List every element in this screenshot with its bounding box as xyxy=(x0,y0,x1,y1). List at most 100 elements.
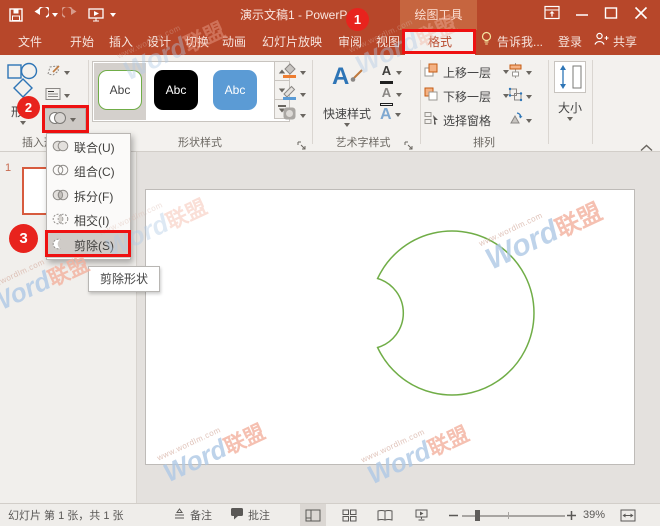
combine-label: 组合(C) xyxy=(74,163,115,180)
align-icon xyxy=(508,63,523,83)
slideshow-view-button[interactable] xyxy=(408,504,434,526)
selection-pane-icon xyxy=(424,111,439,129)
fit-to-window-button[interactable] xyxy=(620,504,636,526)
rotate-button[interactable] xyxy=(508,111,532,131)
save-icon[interactable] xyxy=(8,7,24,28)
status-bar: 幻灯片 第 1 张，共 1 张 备注 批注 xyxy=(0,503,660,526)
comments-button[interactable]: 批注 xyxy=(230,504,270,526)
send-backward-label: 下移一层 xyxy=(443,88,491,105)
text-outline-icon: A xyxy=(380,84,393,106)
redo-icon xyxy=(62,7,78,26)
comments-label: 批注 xyxy=(248,507,270,523)
tell-me-box[interactable]: 告诉我... xyxy=(480,30,543,55)
edit-shape-button[interactable] xyxy=(45,63,81,83)
powerpoint-window: 演示文稿1 - PowerPoint 绘图工具 文件 开始 插入 设计 切换 动… xyxy=(0,0,660,526)
align-button[interactable] xyxy=(508,63,532,83)
normal-view-button[interactable] xyxy=(300,504,326,526)
shapes-dropdown-caret xyxy=(20,121,26,125)
close-button[interactable] xyxy=(629,5,653,25)
send-backward-button[interactable]: 下移一层 xyxy=(424,87,509,105)
shape-effects-caret xyxy=(300,114,306,118)
text-box-icon xyxy=(45,87,61,106)
ribbon-display-options-icon[interactable] xyxy=(540,5,564,25)
zoom-slider-thumb[interactable] xyxy=(475,510,480,521)
start-slideshow-icon[interactable] xyxy=(88,7,105,28)
person-icon xyxy=(594,30,609,55)
slide-number: 1 xyxy=(5,162,11,174)
tab-file[interactable]: 文件 xyxy=(4,30,56,55)
maximize-button[interactable] xyxy=(599,5,623,25)
shape-effects-button[interactable] xyxy=(282,106,306,126)
lightbulb-icon xyxy=(480,30,493,55)
subtracted-circle-shape[interactable] xyxy=(137,152,660,503)
fragment-icon xyxy=(52,187,69,206)
minimize-button[interactable] xyxy=(570,5,594,25)
zoom-level[interactable]: 39% xyxy=(583,504,605,526)
group-label-shape-styles: 形状样式 xyxy=(110,137,290,150)
notes-icon xyxy=(173,508,186,523)
shape-style-green-outline[interactable]: Abc xyxy=(98,70,142,110)
zoom-in-button[interactable] xyxy=(567,504,576,526)
slide-thumbnail[interactable] xyxy=(22,167,48,215)
bring-forward-button[interactable]: 上移一层 xyxy=(424,63,509,81)
size-label: 大小 xyxy=(550,99,590,116)
quick-styles-caret xyxy=(344,123,350,127)
comments-icon xyxy=(230,507,244,523)
share-button[interactable]: 共享 xyxy=(594,30,637,55)
bring-forward-label: 上移一层 xyxy=(443,64,491,81)
bring-forward-icon xyxy=(424,63,439,81)
notes-button[interactable]: 备注 xyxy=(173,504,212,526)
text-outline-caret xyxy=(396,93,402,97)
zoom-out-button[interactable] xyxy=(449,504,458,526)
selection-pane-button[interactable]: 选择窗格 xyxy=(424,111,491,129)
group-objects-icon xyxy=(508,87,523,107)
menu-item-combine[interactable]: 组合(C) xyxy=(47,160,130,185)
text-fill-button[interactable]: A xyxy=(380,62,402,84)
annotation-step-3: 3 xyxy=(9,224,38,253)
intersect-label: 相交(I) xyxy=(74,212,109,229)
tab-slideshow[interactable]: 幻灯片放映 xyxy=(250,30,334,55)
annotation-box-format-tab xyxy=(402,29,476,54)
notes-label: 备注 xyxy=(190,507,212,523)
intersect-icon xyxy=(52,211,69,230)
shape-style-blue[interactable]: Abc xyxy=(213,70,257,110)
edit-shape-caret xyxy=(64,71,70,75)
undo-icon[interactable] xyxy=(33,7,49,26)
shape-style-black[interactable]: Abc xyxy=(154,70,198,110)
shape-fill-button[interactable] xyxy=(282,62,306,83)
group-separator xyxy=(420,60,421,144)
text-fill-caret xyxy=(396,71,402,75)
shape-fill-caret xyxy=(300,71,306,75)
text-outline-letter: A xyxy=(382,85,391,100)
quick-styles-label: 快速样式 xyxy=(318,105,376,122)
annotation-step-1: 1 xyxy=(346,8,369,31)
text-outline-button[interactable]: A xyxy=(380,84,402,106)
size-button[interactable]: 大小 xyxy=(550,59,590,131)
group-objects-button[interactable] xyxy=(508,87,532,107)
text-fill-letter: A xyxy=(382,63,391,78)
quick-styles-button[interactable]: A 快速样式 xyxy=(318,59,376,133)
slide-editing-area xyxy=(137,152,660,503)
selection-pane-label: 选择窗格 xyxy=(443,112,491,129)
group-objects-caret xyxy=(526,95,532,99)
qat-dropdown-caret[interactable] xyxy=(110,13,116,17)
shape-outline-button[interactable] xyxy=(282,84,306,105)
text-box-button[interactable] xyxy=(45,86,81,106)
menu-item-union[interactable]: 联合(U) xyxy=(47,135,130,160)
annotation-step-2: 2 xyxy=(17,96,40,119)
shape-outline-icon xyxy=(282,84,297,105)
shape-styles-gallery: Abc Abc Abc xyxy=(92,61,290,122)
text-fill-icon: A xyxy=(380,62,393,84)
fragment-label: 拆分(F) xyxy=(74,188,113,205)
sign-in-button[interactable]: 登录 xyxy=(548,30,592,55)
tell-me-label: 告诉我... xyxy=(497,30,543,55)
shape-fill-icon xyxy=(282,62,297,83)
slide-sorter-view-button[interactable] xyxy=(336,504,362,526)
undo-dropdown-caret[interactable] xyxy=(52,13,58,17)
zoom-slider-notch xyxy=(508,512,509,519)
reading-view-button[interactable] xyxy=(372,504,398,526)
text-effects-button[interactable]: A xyxy=(380,106,401,124)
text-effects-icon: A xyxy=(380,106,392,124)
shape-outline-caret xyxy=(300,93,306,97)
menu-item-fragment[interactable]: 拆分(F) xyxy=(47,184,130,209)
